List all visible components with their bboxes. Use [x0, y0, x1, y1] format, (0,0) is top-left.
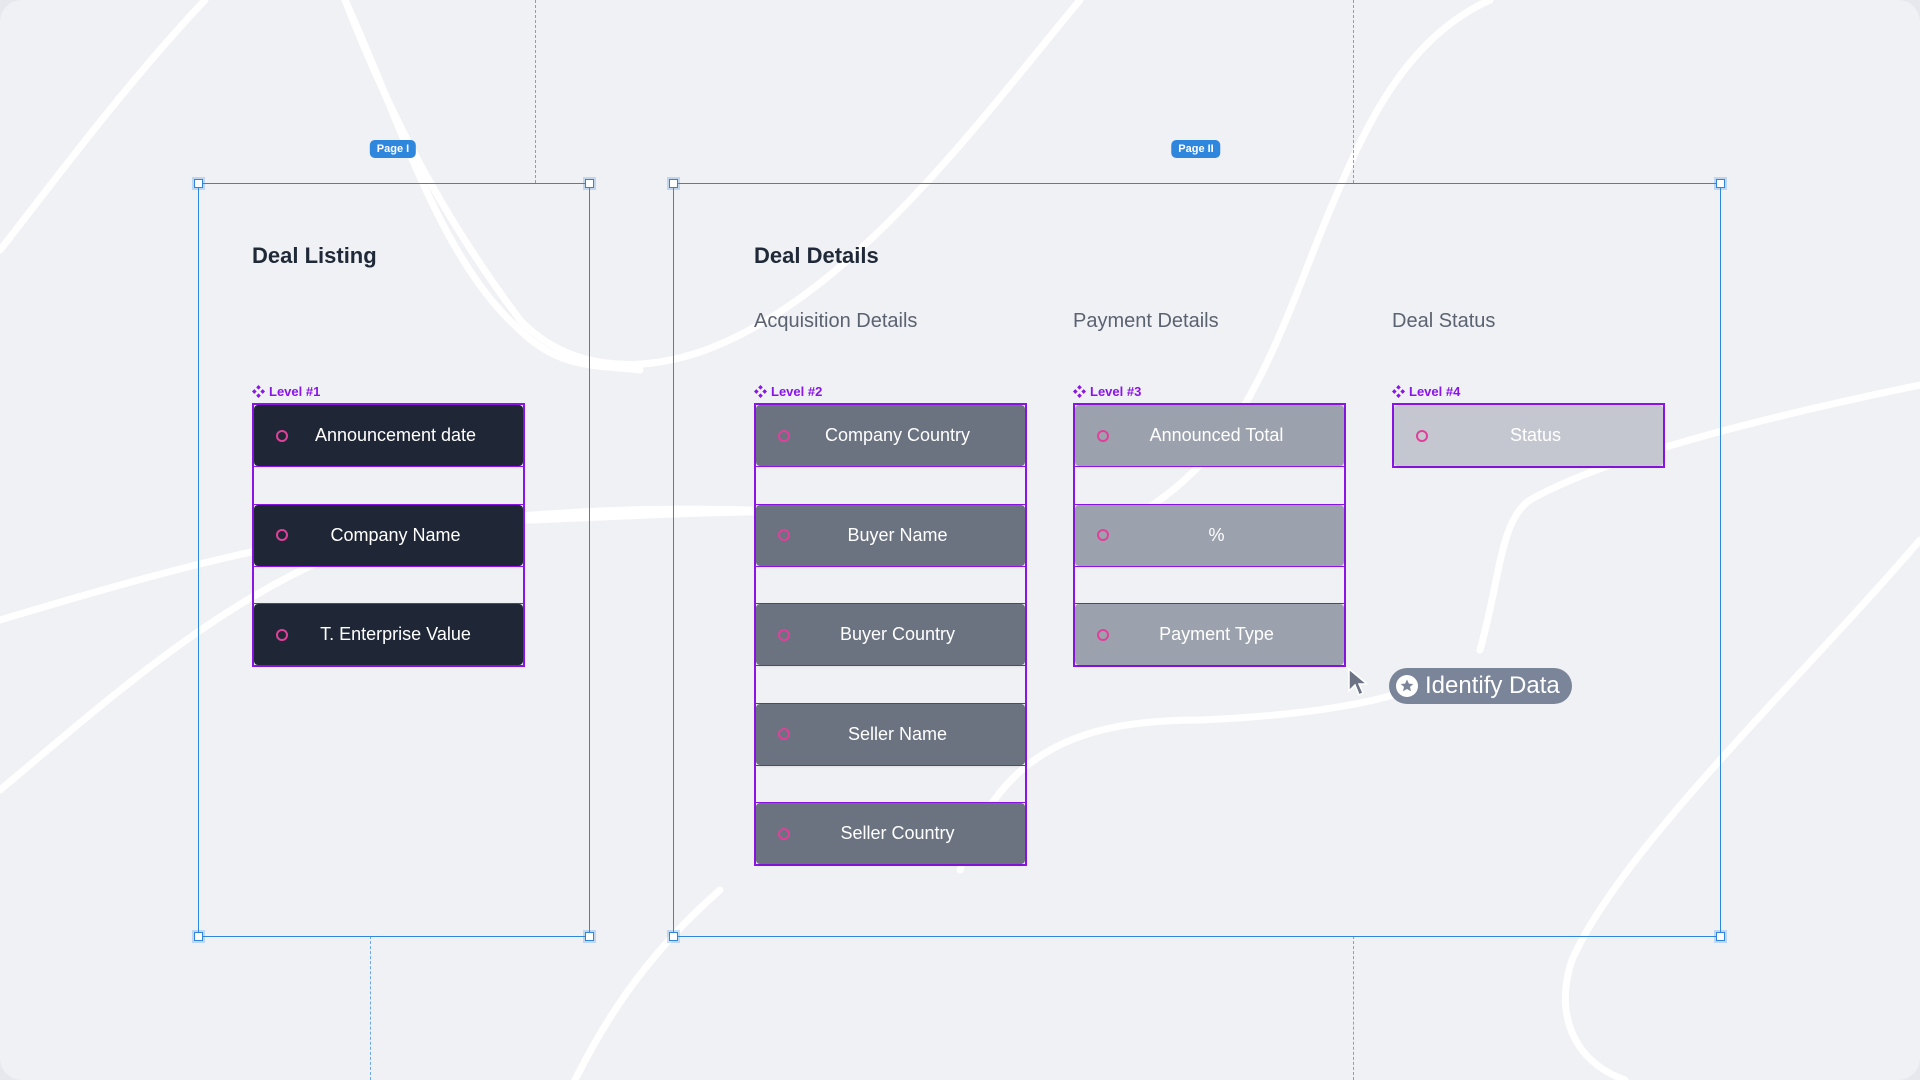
field-label: Seller Name — [847, 723, 948, 744]
divider — [254, 565, 523, 567]
field-card[interactable]: Seller Country — [756, 803, 1025, 864]
divider — [756, 665, 1025, 666]
resize-handle[interactable] — [585, 932, 594, 941]
field-label: Buyer Name — [847, 524, 948, 545]
page-title: Deal Details — [754, 243, 879, 268]
level-container[interactable]: Status — [1392, 403, 1665, 468]
layout-guide — [1353, 0, 1354, 183]
divider — [756, 466, 1025, 467]
field-card[interactable]: Announcement date — [254, 405, 523, 466]
layout-guide — [535, 0, 536, 183]
field-label: Company Country — [824, 425, 971, 445]
section-heading: Acquisition Details — [754, 310, 918, 332]
circle-marker-icon — [778, 529, 790, 541]
level-label-text: Level #3 — [1090, 384, 1142, 399]
field-card[interactable]: % — [1075, 504, 1344, 566]
identify-data-tooltip[interactable]: Identify Data — [1389, 668, 1572, 704]
level-label-text: Level #4 — [1409, 384, 1461, 399]
resize-handle[interactable] — [669, 179, 678, 188]
circle-marker-icon — [778, 429, 790, 442]
field-label: Status — [1509, 425, 1562, 445]
cursor-icon — [1348, 667, 1369, 697]
level-label: Level #4 — [1392, 384, 1460, 399]
component-icon — [1073, 385, 1086, 398]
layout-guide — [1353, 936, 1354, 1080]
divider — [254, 466, 523, 467]
circle-marker-icon — [276, 529, 288, 541]
field-card[interactable]: Buyer Country — [756, 604, 1025, 665]
circle-marker-icon — [1416, 429, 1428, 442]
field-label: T. Enterprise Value — [320, 624, 471, 644]
level-container[interactable]: Announced Total% Payment Type — [1073, 403, 1346, 667]
level-label: Level #3 — [1073, 384, 1141, 399]
layout-guide — [370, 936, 371, 1080]
circle-marker-icon — [1097, 628, 1109, 641]
resize-handle[interactable] — [194, 932, 203, 941]
divider — [1075, 466, 1344, 467]
resize-handle[interactable] — [1716, 179, 1725, 188]
section-heading: Deal Status — [1392, 310, 1496, 332]
component-icon — [1392, 385, 1405, 398]
level-label: Level #1 — [252, 384, 320, 399]
level-container[interactable]: Company Country Buyer Name Buyer Country Se… — [754, 403, 1027, 866]
design-canvas[interactable]: Page I Deal Listing Page II Deal Details… — [0, 0, 1920, 1080]
circle-marker-icon — [778, 628, 790, 641]
circle-marker-icon — [1097, 429, 1109, 442]
level-label-text: Level #2 — [771, 384, 823, 399]
page-badge[interactable]: Page I — [369, 140, 417, 158]
circle-marker-icon — [276, 628, 288, 641]
field-card[interactable]: T. Enterprise Value — [254, 604, 523, 665]
page-badge[interactable]: Page II — [1171, 140, 1221, 158]
field-card[interactable]: Seller Name — [756, 703, 1025, 765]
field-card[interactable]: Payment Type — [1075, 604, 1344, 665]
field-card[interactable]: Company Country — [756, 405, 1025, 466]
page-title: Deal Listing — [252, 243, 377, 268]
field-label: Seller Country — [840, 823, 955, 843]
section-heading: Payment Details — [1073, 310, 1219, 332]
divider — [1075, 565, 1344, 567]
field-label: Company Name — [330, 524, 461, 545]
divider — [756, 764, 1025, 766]
resize-handle[interactable] — [1716, 932, 1725, 941]
field-card[interactable]: Company Name — [254, 504, 523, 566]
circle-marker-icon — [1097, 529, 1109, 541]
divider — [756, 565, 1025, 567]
circle-marker-icon — [778, 827, 790, 840]
circle-marker-icon — [778, 728, 790, 740]
level-label-text: Level #1 — [269, 384, 321, 399]
level-label: Level #2 — [754, 384, 822, 399]
field-label: % — [1208, 524, 1225, 545]
circle-marker-icon — [276, 429, 288, 442]
field-card[interactable]: Announced Total — [1075, 405, 1344, 466]
field-label: Announced Total — [1149, 425, 1284, 445]
component-icon — [754, 385, 767, 398]
field-card[interactable]: Status — [1394, 405, 1663, 466]
level-container[interactable]: Announcement date Company Name T. Enterpri… — [252, 403, 525, 667]
field-label: Buyer Country — [839, 624, 956, 644]
star-icon — [1396, 675, 1418, 697]
field-label: Announcement date — [314, 425, 477, 445]
field-card[interactable]: Buyer Name — [756, 504, 1025, 566]
resize-handle[interactable] — [194, 179, 203, 188]
resize-handle[interactable] — [585, 179, 594, 188]
bg-curve — [0, 0, 209, 254]
resize-handle[interactable] — [669, 932, 678, 941]
component-icon — [252, 385, 265, 398]
field-label: Payment Type — [1159, 624, 1274, 644]
tooltip-label: Identify Data — [1425, 672, 1560, 699]
